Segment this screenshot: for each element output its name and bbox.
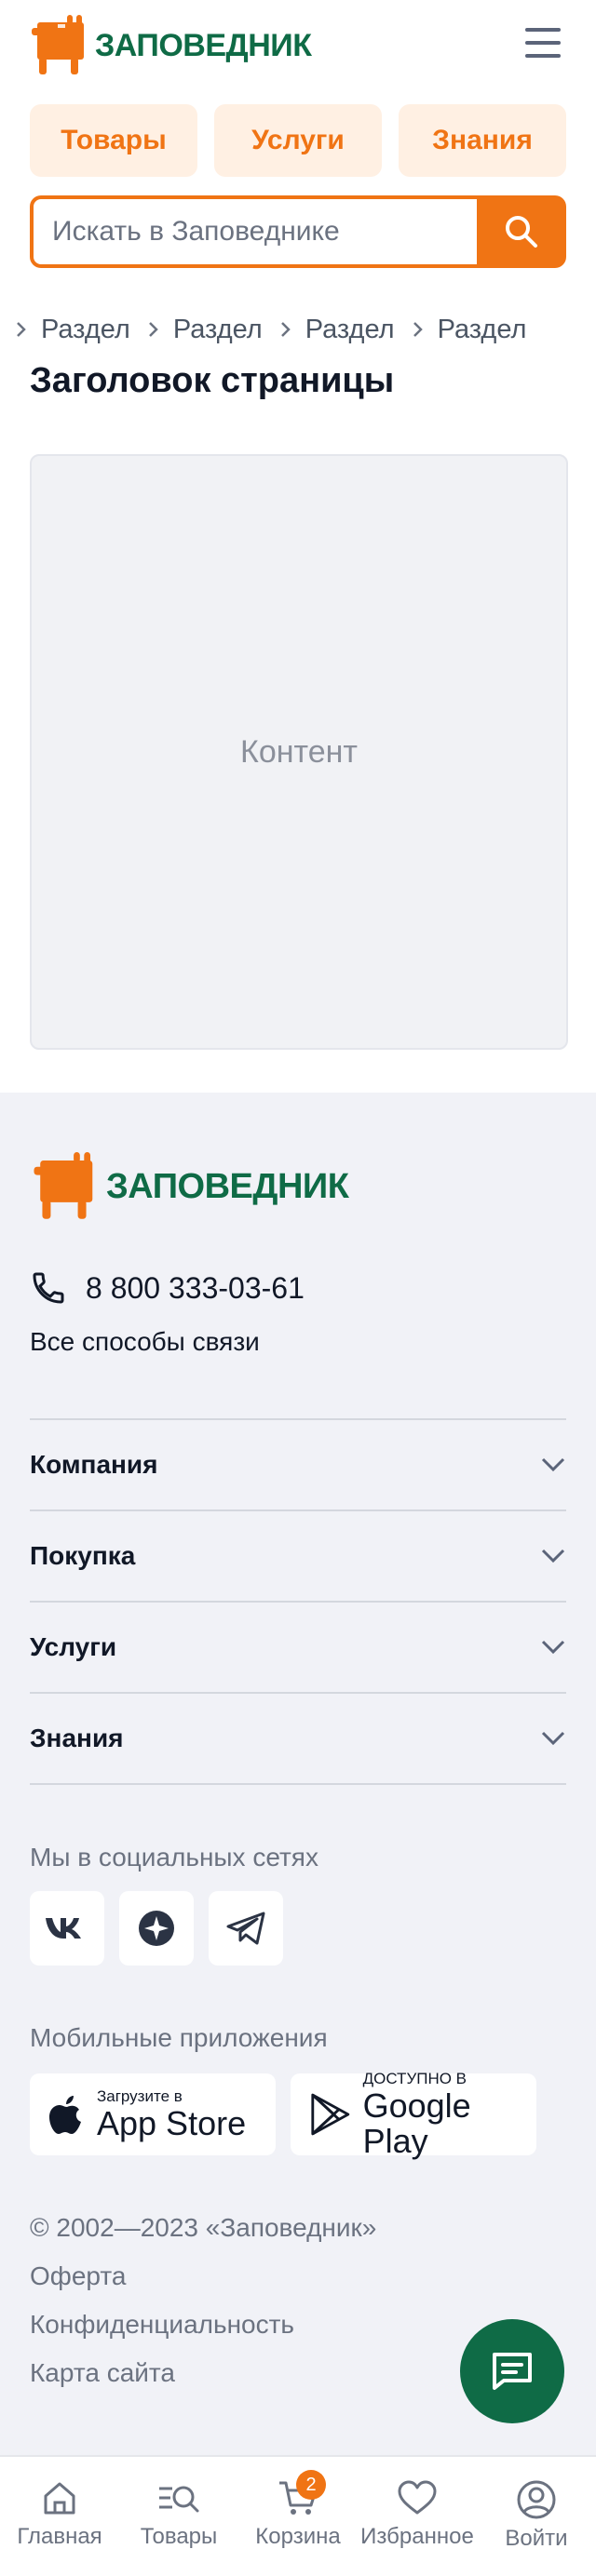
chevron-right-icon [280, 322, 291, 337]
apps-row: Загрузите в App Store ДОСТУПНО В Google … [30, 2070, 536, 2159]
app-store-name: App Store [97, 2104, 247, 2142]
breadcrumb-label: Раздел [172, 314, 263, 344]
footer-accordion: Компания Покупка Услуги Знания [30, 1418, 566, 1785]
nav-label: Войти [505, 2526, 568, 2551]
catalog-search-icon [159, 2486, 199, 2513]
accordion-label: Знания [30, 1724, 124, 1752]
content-label: Контент [240, 733, 358, 770]
google-play-name: Google Play [362, 2086, 471, 2160]
brand-logo[interactable]: ЗАПОВЕДНИК [30, 15, 312, 76]
google-play-caption: ДОСТУПНО В [362, 2070, 467, 2087]
vk-button[interactable] [30, 1891, 104, 1966]
hamburger-icon[interactable] [525, 28, 561, 58]
nav-cart[interactable]: 2 Корзина [238, 2457, 358, 2576]
odnoklassniki-button[interactable] [119, 1891, 194, 1966]
google-play-badge[interactable]: ДОСТУПНО В Google Play [291, 2070, 536, 2159]
chevron-down-icon [541, 1731, 565, 1746]
socials-row [30, 1891, 283, 1966]
bottom-nav: Главная Товары 2 Корзина Избранное Войти [0, 2455, 596, 2576]
nav-home[interactable]: Главная [0, 2457, 119, 2576]
breadcrumb-item[interactable]: Раздел [147, 315, 263, 345]
nav-label: Избранное [360, 2524, 474, 2549]
vk-icon [46, 1918, 81, 1939]
chevron-right-icon [413, 322, 423, 337]
nav-goods[interactable]: Товары [119, 2457, 238, 2576]
chevron-right-icon [148, 322, 158, 337]
accordion-label: Услуги [30, 1632, 117, 1661]
copyright: © 2002—2023 «Заповедник» [30, 2213, 377, 2242]
accordion-knowledge[interactable]: Знания [30, 1692, 566, 1785]
accordion-services[interactable]: Услуги [30, 1601, 566, 1692]
odnoklassniki-icon [139, 1911, 174, 1946]
brand-name: ЗАПОВЕДНИК [95, 27, 312, 63]
tab-goods[interactable]: Товары [30, 104, 197, 177]
breadcrumb-label: Раздел [305, 314, 395, 344]
search-bar [30, 195, 566, 268]
top-tabs: Товары Услуги Знания [30, 104, 566, 177]
breadcrumb: Раздел Раздел Раздел Раздел [15, 311, 596, 348]
chevron-down-icon [541, 1640, 565, 1655]
apple-icon [49, 2096, 81, 2134]
brand-mark-icon [34, 1152, 93, 1219]
breadcrumb-label: Раздел [437, 314, 527, 344]
nav-label: Главная [17, 2524, 102, 2549]
breadcrumb-item[interactable]: Раздел [15, 315, 130, 345]
privacy-link[interactable]: Конфиденциальность [30, 2310, 294, 2340]
nav-label: Товары [140, 2524, 218, 2549]
phone-icon [33, 1272, 64, 1304]
chevron-down-icon [541, 1457, 565, 1472]
apps-title: Мобильные приложения [30, 2023, 328, 2052]
heart-icon [398, 2480, 437, 2515]
contacts-link[interactable]: Все способы связи [30, 1327, 260, 1357]
nav-favorites[interactable]: Избранное [358, 2457, 477, 2576]
cart-badge: 2 [296, 2470, 326, 2500]
telegram-icon [226, 1912, 265, 1945]
content-placeholder: Контент [30, 454, 568, 1050]
search-button[interactable] [477, 195, 566, 268]
chevron-down-icon [541, 1549, 565, 1563]
home-icon [44, 2482, 75, 2515]
app-store-caption: Загрузите в [97, 2087, 183, 2105]
page-title: Заголовок страницы [30, 361, 395, 400]
phone-number: 8 800 333-03-61 [86, 1270, 305, 1305]
sitemap-link[interactable]: Карта сайта [30, 2358, 175, 2388]
socials-title: Мы в социальных сетях [30, 1843, 318, 1872]
user-icon [517, 2480, 556, 2519]
chat-icon [493, 2353, 532, 2390]
brand-mark-icon [32, 15, 84, 74]
accordion-label: Покупка [30, 1541, 136, 1570]
google-play-icon [311, 2093, 350, 2136]
phone-link[interactable]: 8 800 333-03-61 [30, 1269, 305, 1307]
breadcrumb-item[interactable]: Раздел [412, 314, 527, 345]
chat-button[interactable] [460, 2319, 564, 2423]
accordion-company[interactable]: Компания [30, 1418, 566, 1509]
tab-knowledge[interactable]: Знания [399, 104, 566, 177]
breadcrumb-label: Раздел [41, 314, 130, 344]
breadcrumb-item[interactable]: Раздел [279, 315, 395, 345]
accordion-purchase[interactable]: Покупка [30, 1509, 566, 1601]
search-icon [506, 216, 537, 248]
accordion-label: Компания [30, 1450, 158, 1479]
footer-logo[interactable]: ЗАПОВЕДНИК [30, 1152, 349, 1221]
app-store-badge[interactable]: Загрузите в App Store [30, 2073, 276, 2155]
header: ЗАПОВЕДНИК [0, 0, 596, 93]
tab-services[interactable]: Услуги [214, 104, 382, 177]
telegram-button[interactable] [209, 1891, 283, 1966]
brand-name: ЗАПОВЕДНИК [106, 1166, 349, 1206]
nav-login[interactable]: Войти [477, 2457, 596, 2576]
search-input[interactable] [30, 195, 477, 268]
chevron-right-icon [17, 322, 26, 337]
footer: ЗАПОВЕДНИК 8 800 333-03-61 Все способы с… [0, 1093, 596, 2455]
offer-link[interactable]: Оферта [30, 2261, 126, 2291]
nav-label: Корзина [255, 2524, 341, 2549]
